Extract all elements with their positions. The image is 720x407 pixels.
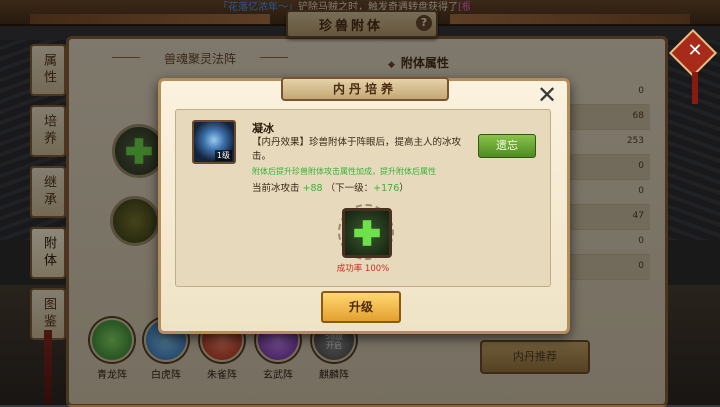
level-badge: 1级	[214, 150, 232, 161]
core-name: 凝冰	[252, 122, 274, 135]
window-close-icon[interactable]: ✕	[684, 38, 706, 64]
core-item-icon[interactable]: 1级	[192, 120, 236, 164]
dialog-title: 内丹培养	[332, 82, 397, 96]
core-current-stat: 当前冰攻击 +88 （下一级：+176）	[252, 183, 409, 194]
success-rate: 成功率 100%	[336, 264, 390, 274]
material-slot-add[interactable]	[342, 208, 392, 258]
core-cultivate-dialog: 内丹培养 ✕ 1级 凝冰 【内丹效果】珍兽附体于阵眼后，提高主人的冰攻击。 附体…	[158, 77, 570, 334]
close-icon[interactable]: ✕	[535, 83, 559, 107]
plus-icon	[354, 220, 380, 246]
core-info-panel: 1级 凝冰 【内丹效果】珍兽附体于阵眼后，提高主人的冰攻击。 附体后提升珍兽附体…	[175, 109, 551, 287]
upgrade-button[interactable]: 升级	[321, 291, 401, 323]
dialog-title-plaque: 内丹培养	[281, 77, 449, 101]
core-note: 附体后提升珍兽附体攻击属性加成，提升附体后属性	[252, 167, 436, 176]
forget-button[interactable]: 遗忘	[478, 134, 536, 158]
tassel-decoration	[692, 72, 698, 104]
core-description: 【内丹效果】珍兽附体于阵眼后，提高主人的冰攻击。	[252, 137, 462, 162]
